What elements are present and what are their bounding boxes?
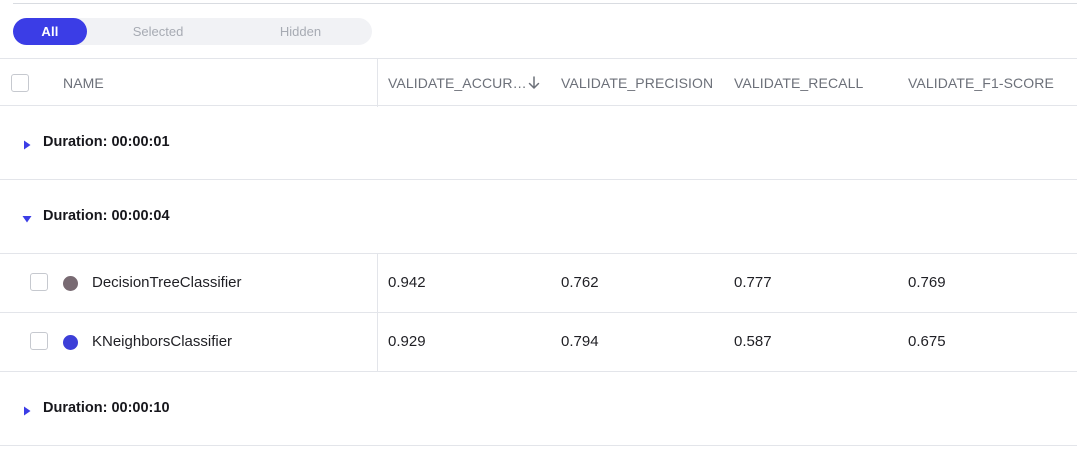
run-name[interactable]: DecisionTreeClassifier: [92, 274, 242, 291]
run-color-icon: [63, 335, 78, 350]
value-f1: 0.769: [908, 274, 946, 291]
filter-tab-selected[interactable]: Selected: [87, 18, 229, 45]
table-row[interactable]: KNeighborsClassifier 0.929 0.794 0.587 0…: [0, 313, 1077, 372]
arrow-down-icon[interactable]: [527, 75, 541, 91]
group-row-duration-4[interactable]: Duration: 00:00:04: [0, 180, 1077, 254]
value-precision: 0.762: [561, 274, 599, 291]
row-checkbox[interactable]: [30, 332, 48, 350]
visibility-filter: All Selected Hidden: [13, 18, 372, 45]
run-name[interactable]: KNeighborsClassifier: [92, 333, 232, 350]
filter-tab-all[interactable]: All: [13, 18, 87, 45]
group-row-duration-10[interactable]: Duration: 00:00:10: [0, 372, 1077, 446]
group-label: Duration: 00:00:04: [43, 208, 170, 224]
top-divider: [0, 0, 1077, 4]
select-all-checkbox[interactable]: [11, 74, 29, 92]
caret-right-icon[interactable]: [22, 403, 32, 416]
caret-right-icon[interactable]: [22, 137, 32, 150]
table-row[interactable]: DecisionTreeClassifier 0.942 0.762 0.777…: [0, 254, 1077, 313]
column-header-precision[interactable]: VALIDATE_PRECISION: [561, 75, 713, 91]
value-recall: 0.777: [734, 274, 772, 291]
table-header: NAME VALIDATE_ACCUR… VALIDATE_PRECISION …: [0, 58, 1077, 107]
column-divider: [377, 313, 378, 372]
column-divider: [377, 254, 378, 313]
run-color-icon: [63, 276, 78, 291]
column-header-accuracy[interactable]: VALIDATE_ACCUR…: [388, 75, 527, 91]
group-label: Duration: 00:00:10: [43, 400, 170, 416]
column-header-f1[interactable]: VALIDATE_F1-SCORE: [908, 75, 1054, 91]
column-header-recall[interactable]: VALIDATE_RECALL: [734, 75, 863, 91]
value-recall: 0.587: [734, 333, 772, 350]
value-accuracy: 0.942: [388, 274, 426, 291]
value-precision: 0.794: [561, 333, 599, 350]
filter-tab-hidden[interactable]: Hidden: [229, 18, 372, 45]
column-divider: [377, 59, 378, 107]
value-f1: 0.675: [908, 333, 946, 350]
row-checkbox[interactable]: [30, 273, 48, 291]
group-row-duration-1[interactable]: Duration: 00:00:01: [0, 106, 1077, 180]
caret-down-icon[interactable]: [22, 211, 32, 223]
value-accuracy: 0.929: [388, 333, 426, 350]
group-label: Duration: 00:00:01: [43, 134, 170, 150]
column-header-name[interactable]: NAME: [63, 75, 104, 91]
